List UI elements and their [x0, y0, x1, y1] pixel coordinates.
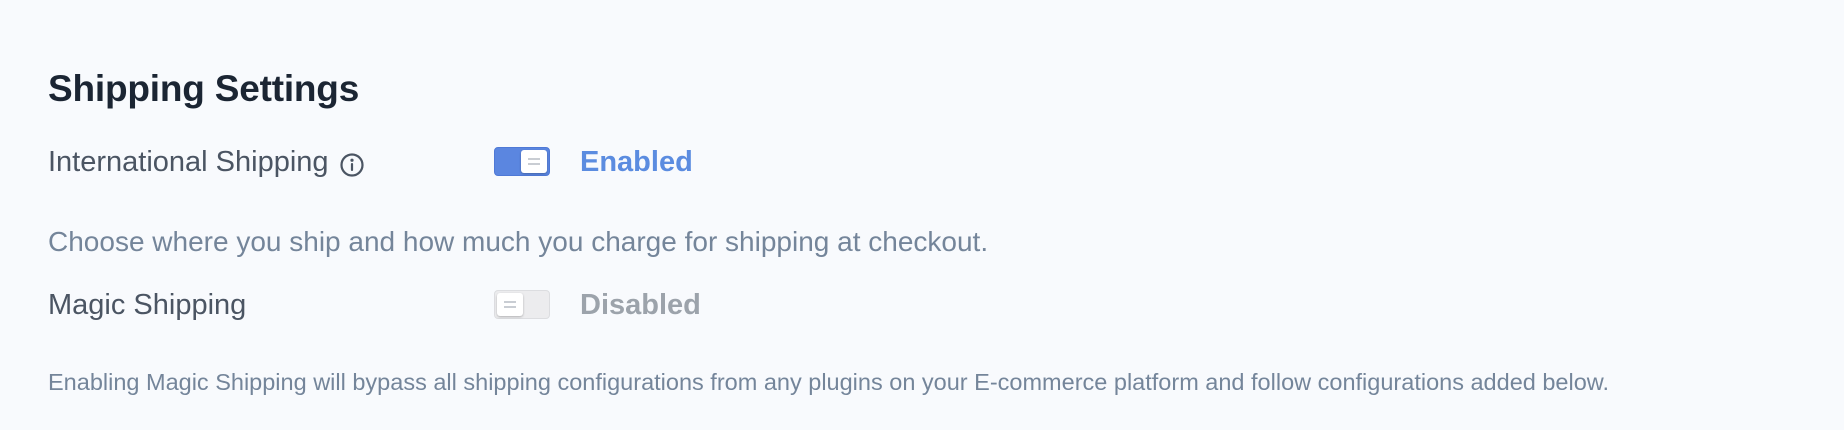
international-shipping-toggle[interactable]	[494, 147, 550, 176]
section-title: Shipping Settings	[48, 68, 360, 109]
toggle-knob	[497, 293, 523, 316]
magic-shipping-description: Enabling Magic Shipping will bypass all …	[48, 369, 1609, 395]
magic-shipping-row: Magic Shipping Disabled	[48, 285, 1048, 325]
international-shipping-label-group: International Shipping	[48, 142, 365, 182]
magic-shipping-toggle[interactable]	[494, 290, 550, 319]
toggle-knob	[521, 150, 547, 173]
international-shipping-row: International Shipping Enabled	[48, 142, 1048, 182]
international-shipping-status: Enabled	[580, 146, 693, 178]
international-shipping-label: International Shipping	[48, 146, 329, 178]
magic-shipping-label: Magic Shipping	[48, 289, 247, 321]
magic-shipping-status: Disabled	[580, 289, 701, 321]
shipping-settings-panel: Shipping Settings International Shipping…	[48, 0, 1828, 430]
international-shipping-description: Choose where you ship and how much you c…	[48, 226, 989, 257]
info-circle-icon[interactable]	[339, 149, 365, 177]
